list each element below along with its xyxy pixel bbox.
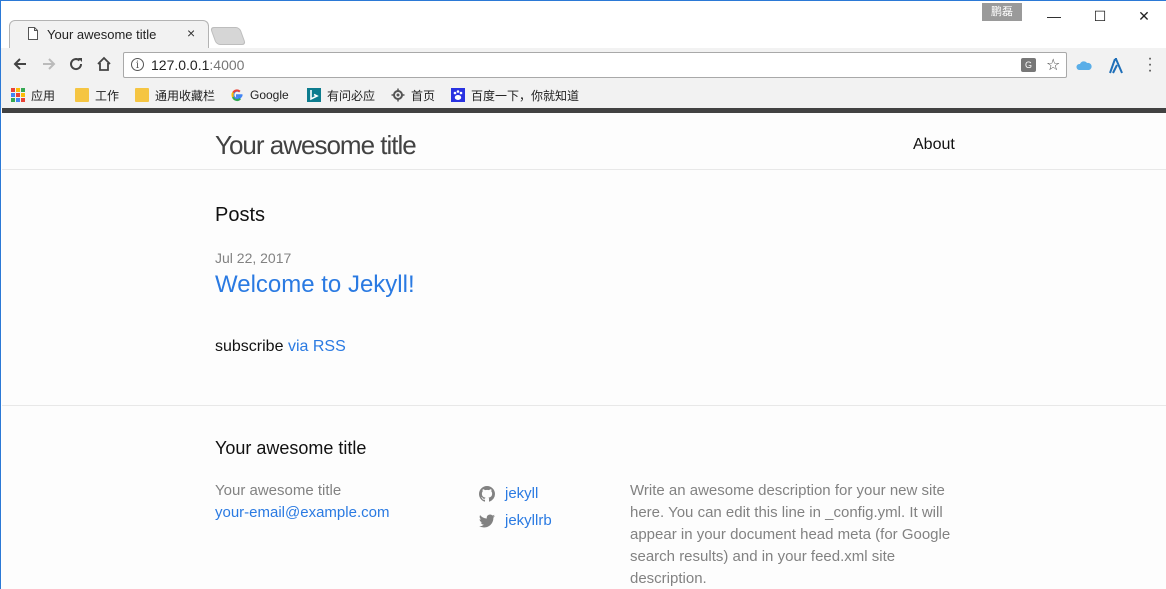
reload-button[interactable] [66, 56, 86, 76]
bookmark-google[interactable]: Google [230, 86, 289, 104]
footer-social: jekyll jekyllrb [479, 480, 552, 534]
github-icon [479, 485, 495, 502]
site-footer: Your awesome title Your awesome title yo… [2, 405, 1166, 589]
site-header: Your awesome title About [2, 108, 1166, 170]
bookmark-label: 首页 [411, 88, 436, 103]
folder-icon [135, 88, 149, 102]
rss-link[interactable]: via RSS [288, 338, 346, 355]
post-date: Jul 22, 2017 [215, 250, 292, 266]
address-url[interactable]: 127.0.0.1:4000 [151, 57, 244, 73]
post-title-link[interactable]: Welcome to Jekyll! [215, 271, 415, 299]
lambda-extension-icon[interactable] [1107, 57, 1125, 75]
reload-icon [70, 58, 83, 71]
bookmark-label: Google [250, 88, 289, 102]
forward-button[interactable] [39, 56, 59, 76]
new-tab-button[interactable] [209, 27, 247, 45]
menu-dots-icon[interactable]: · · · [1145, 51, 1155, 79]
address-bar[interactable]: i 127.0.0.1:4000 G ☆ [123, 52, 1067, 78]
title-bar: Your awesome title × 鹏磊 — ☐ ✕ [1, 0, 1166, 49]
bookmark-label: 通用收藏栏 [155, 88, 216, 103]
bookmark-label: 工作 [95, 88, 120, 103]
cloud-extension-icon[interactable] [1075, 57, 1093, 75]
email-link[interactable]: your-email@example.com [215, 502, 389, 524]
footer-heading: Your awesome title [215, 438, 367, 458]
arrow-left-icon [13, 58, 26, 70]
url-port: :4000 [209, 57, 245, 73]
bookmark-label: 百度一下，你就知道 [471, 88, 580, 103]
tab-title: Your awesome title [47, 27, 157, 42]
twitter-username: jekyllrb [505, 512, 552, 529]
bing-icon [307, 88, 321, 102]
url-host: 127.0.0.1 [151, 57, 210, 73]
browser-toolbar: i 127.0.0.1:4000 G ☆ · · · [1, 48, 1166, 82]
bookmark-home[interactable]: 首页 [391, 86, 435, 104]
bookmarks-bar: 应用 工作 通用收藏栏 Google 有问必应 首页 百度一下，你就知道 [1, 82, 1166, 108]
tab-close-icon[interactable]: × [187, 25, 195, 41]
apps-icon [11, 88, 25, 102]
info-icon[interactable]: i [131, 58, 144, 71]
bookmark-apps[interactable]: 应用 [11, 86, 55, 104]
star-icon[interactable]: ☆ [1046, 55, 1060, 75]
bookmark-work-folder[interactable]: 工作 [75, 86, 119, 104]
maximize-button[interactable]: ☐ [1077, 6, 1123, 26]
page-viewport: Your awesome title About Posts Jul 22, 2… [2, 108, 1166, 589]
subscribe-line: subscribe via RSS [215, 338, 346, 356]
github-link[interactable]: jekyll [479, 480, 552, 507]
site-description: Write an awesome description for your ne… [630, 482, 951, 587]
footer-contact: Your awesome title your-email@example.co… [215, 480, 389, 524]
google-icon [231, 89, 243, 101]
baidu-icon [451, 88, 465, 102]
bookmark-favorites-folder[interactable]: 通用收藏栏 [135, 86, 215, 104]
subscribe-text: subscribe [215, 338, 284, 355]
bookmark-label: 应用 [31, 88, 56, 103]
page-icon [28, 27, 38, 40]
twitter-link[interactable]: jekyllrb [479, 507, 552, 534]
translate-icon[interactable]: G [1021, 58, 1036, 72]
home-icon [97, 56, 111, 71]
profile-badge[interactable]: 鹏磊 [982, 3, 1022, 21]
twitter-icon [479, 514, 495, 528]
nav-about-link[interactable]: About [913, 136, 955, 154]
bookmark-bing[interactable]: 有问必应 [307, 86, 375, 104]
arrow-right-icon [43, 58, 56, 70]
github-username: jekyll [505, 485, 539, 502]
browser-window: Your awesome title × 鹏磊 — ☐ ✕ i 127.0.0.… [0, 0, 1166, 589]
close-window-button[interactable]: ✕ [1121, 6, 1166, 26]
home-button[interactable] [94, 56, 114, 76]
bookmark-baidu[interactable]: 百度一下，你就知道 [451, 86, 579, 104]
posts-heading: Posts [215, 204, 266, 226]
bookmark-label: 有问必应 [327, 88, 376, 103]
minimize-button[interactable]: — [1031, 6, 1077, 26]
gear-icon [391, 88, 405, 102]
site-title-link[interactable]: Your awesome title [215, 130, 417, 161]
browser-tab[interactable]: Your awesome title × [9, 20, 209, 49]
folder-icon [75, 88, 89, 102]
back-button[interactable] [10, 56, 30, 76]
footer-name: Your awesome title [215, 482, 342, 499]
